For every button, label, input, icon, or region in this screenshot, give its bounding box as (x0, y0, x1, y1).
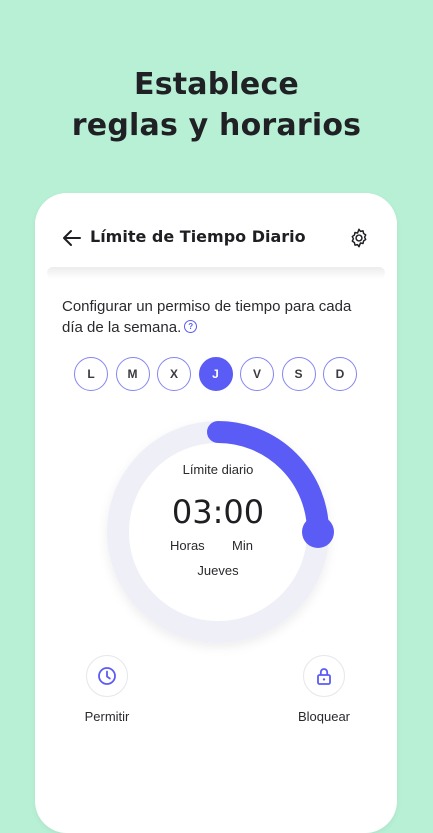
hours-label: Horas (170, 538, 205, 553)
headline-line-2: reglas y horarios (71, 108, 362, 143)
back-arrow-icon (63, 230, 81, 246)
description-text: Configurar un permiso de tiempo para cad… (62, 296, 362, 338)
day-button-d[interactable]: D (323, 357, 357, 391)
phone-screen: Límite de Tiempo Diario Configurar un pe… (35, 193, 397, 833)
back-button[interactable] (61, 227, 83, 249)
selected-day-name: Jueves (197, 563, 239, 578)
day-button-m[interactable]: M (115, 357, 150, 391)
day-button-v[interactable]: V (240, 357, 274, 391)
allow-icon-circle (86, 655, 128, 697)
block-label: Bloquear (297, 709, 351, 724)
allow-label: Permitir (84, 709, 130, 724)
clock-icon (98, 667, 116, 685)
headline: Establece reglas y horarios (0, 64, 433, 146)
headline-line-1: Establece (134, 67, 299, 102)
description: Configurar un permiso de tiempo para cad… (62, 298, 352, 336)
block-button[interactable]: Bloquear (274, 655, 374, 724)
app-bar-shadow (47, 267, 385, 279)
app-bar: Límite de Tiempo Diario (35, 193, 397, 273)
gear-icon (351, 228, 367, 248)
allow-button[interactable]: Permitir (57, 655, 157, 724)
block-icon-circle (303, 655, 345, 697)
daily-limit-label: Límite diario (182, 462, 254, 477)
day-button-l[interactable]: L (74, 357, 108, 391)
time-limit-dial[interactable]: Límite diario 03:00 Horas Min Jueves (93, 407, 343, 657)
settings-button[interactable] (348, 227, 370, 249)
lock-icon (317, 668, 331, 685)
day-button-s[interactable]: S (281, 357, 316, 391)
minutes-label: Min (232, 538, 253, 553)
day-button-j[interactable]: J (198, 357, 233, 391)
screen-title: Límite de Tiempo Diario (90, 227, 306, 246)
time-value: 03:00 (171, 493, 265, 531)
help-icon[interactable]: ? (184, 320, 198, 333)
day-button-x[interactable]: X (157, 357, 191, 391)
